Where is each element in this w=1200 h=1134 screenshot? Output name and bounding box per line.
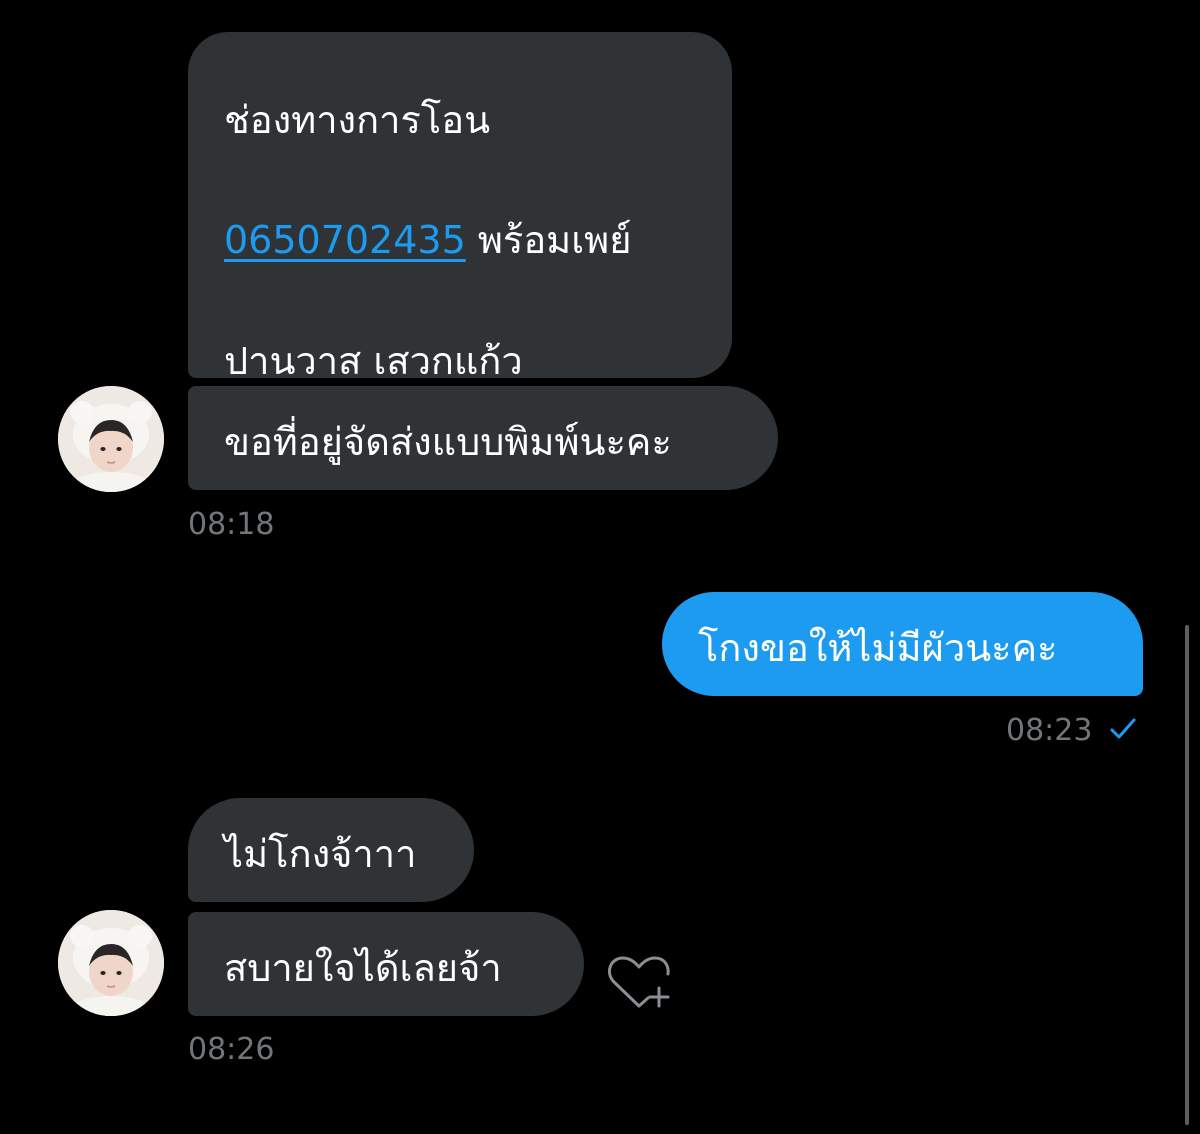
message-text: ขอที่อยู่จัดส่งแบบพิมพ์นะคะ	[224, 420, 672, 464]
message-text: สบายใจได้เลยจ้า	[224, 946, 502, 990]
message-timestamp: 08:18	[188, 507, 275, 542]
message-text: โกงขอให้ไม่มีผัวนะคะ	[698, 626, 1058, 670]
avatar[interactable]	[58, 386, 164, 492]
heart-add-icon[interactable]	[606, 950, 680, 1016]
message-timestamp: 08:23	[1006, 713, 1093, 748]
scrollbar[interactable]	[1185, 625, 1189, 1125]
message-bubble-received[interactable]: ไม่โกงจ้าาา	[188, 798, 474, 902]
message-timestamp: 08:26	[188, 1032, 275, 1067]
message-bubble-received[interactable]: ช่องทางการโอน 0650702435 พร้อมเพย์ ปานวา…	[188, 32, 732, 383]
message-text: ไม่โกงจ้าาา	[224, 832, 417, 876]
message-text-suffix: พร้อมเพย์	[465, 218, 632, 262]
avatar[interactable]	[58, 910, 164, 1016]
avatar-image	[58, 386, 164, 492]
message-text: ปานวาส เสวกแก้ว	[224, 339, 523, 383]
phone-number-link[interactable]: 0650702435	[224, 218, 466, 262]
message-bubble-received[interactable]: ขอที่อยู่จัดส่งแบบพิมพ์นะคะ	[188, 386, 778, 490]
message-bubble-received[interactable]: สบายใจได้เลยจ้า	[188, 912, 584, 1016]
message-text: ช่องทางการโอน	[224, 98, 491, 142]
message-text: 0650702435 พร้อมเพย์	[224, 221, 632, 259]
check-icon	[1108, 716, 1138, 746]
avatar-image	[58, 910, 164, 1016]
message-bubble-sent[interactable]: โกงขอให้ไม่มีผัวนะคะ	[662, 592, 1143, 696]
